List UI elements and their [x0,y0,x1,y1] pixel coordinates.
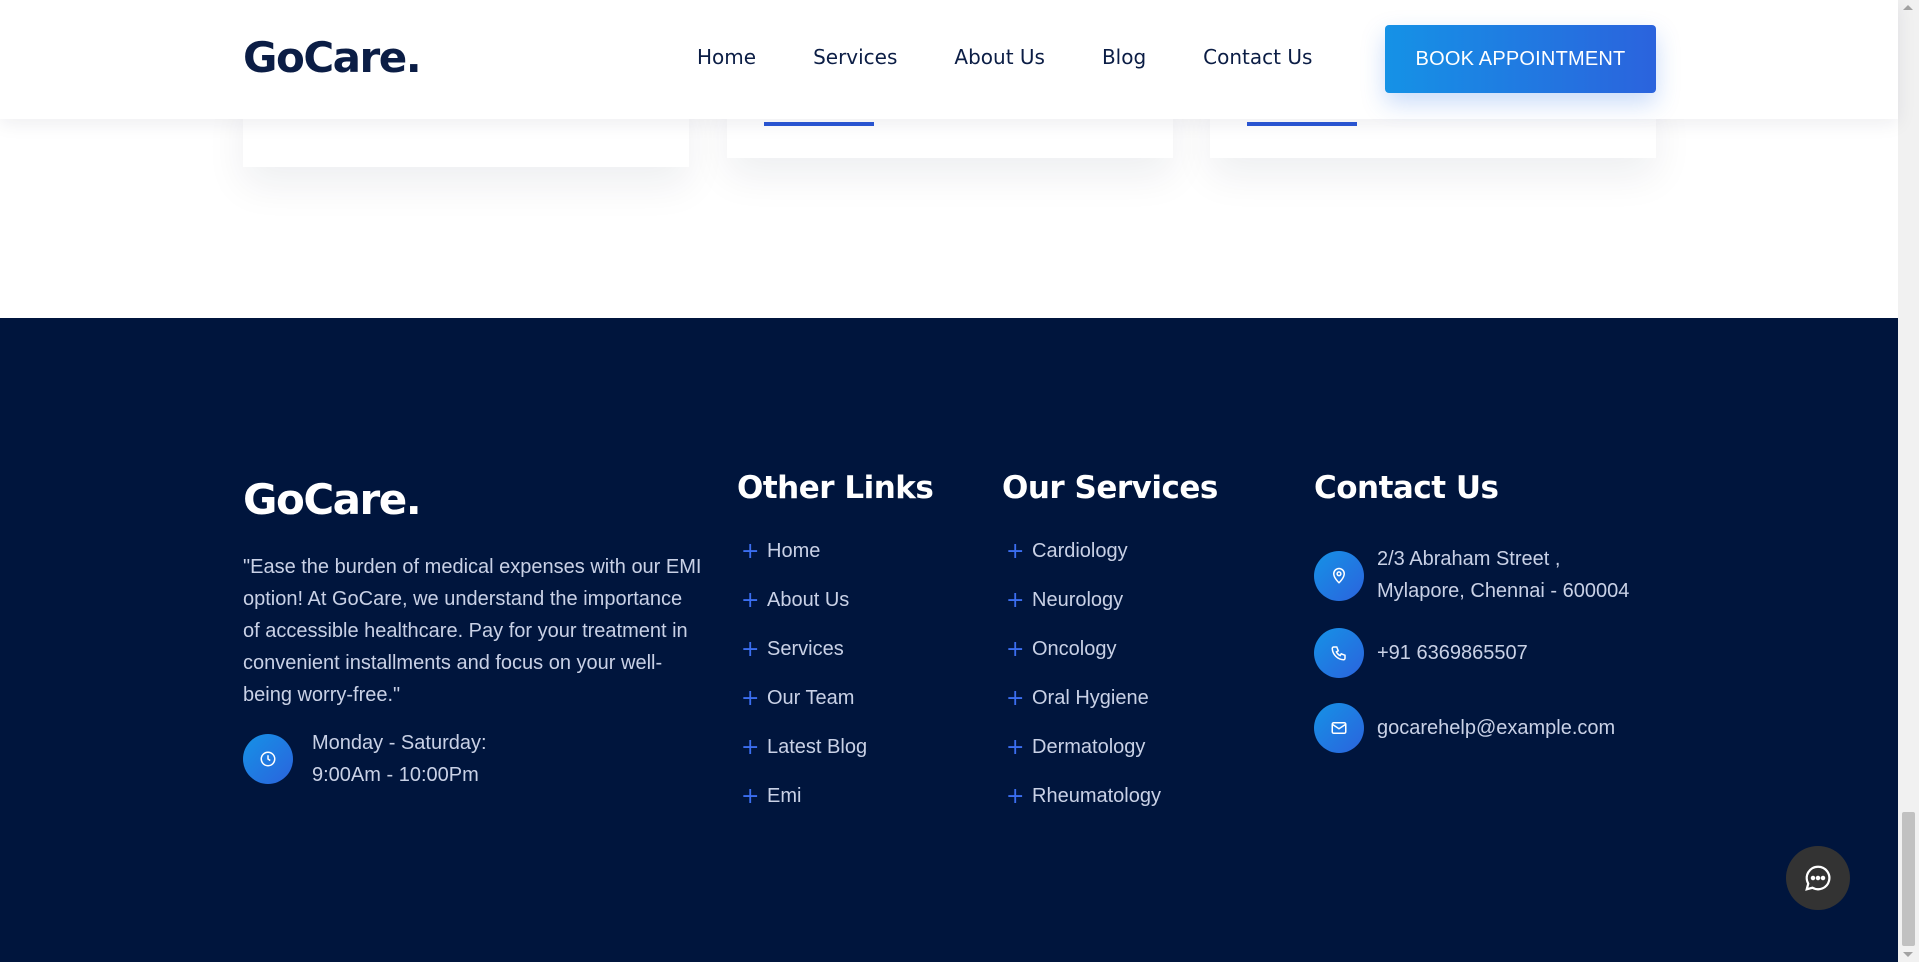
address-line-2: Mylapore, Chennai - 600004 [1377,580,1630,602]
service-link-neurology[interactable]: + Neurology [1002,576,1161,625]
opening-hours: Monday - Saturday: 9:00Am - 10:00Pm [243,732,487,791]
phone-icon [1314,628,1364,678]
service-link-rheumatology[interactable]: + Rheumatology [1002,772,1161,821]
footer-link-about-us[interactable]: + About Us [737,576,867,625]
service-link-oncology[interactable]: + Oncology [1002,625,1161,674]
nav-home[interactable]: Home [697,45,756,69]
contact-us-title: Contact Us [1314,470,1499,506]
site-logo[interactable]: GoCare. [243,33,422,82]
nav-blog[interactable]: Blog [1102,45,1146,69]
page-scrollbar[interactable] [1898,0,1919,962]
plus-icon: + [741,588,760,613]
other-links-list: + Home + About Us + Services + Our Team + Lat… [737,527,867,821]
site-footer: GoCare. "Ease the burden of medical expe… [0,318,1898,962]
footer-link-our-team[interactable]: + Our Team [737,674,867,723]
footer-logo[interactable]: GoCare. [243,475,422,524]
address-line-1: 2/3 Abraham Street , [1377,548,1561,570]
service-link-dermatology[interactable]: + Dermatology [1002,723,1161,772]
contact-email[interactable]: gocarehelp@example.com [1314,703,1615,753]
footer-about-text: "Ease the burden of medical expenses wit… [243,556,702,706]
plus-icon: + [741,637,760,662]
contact-phone[interactable]: +91 6369865507 [1314,628,1528,678]
services-list: + Cardiology + Neurology + Oncology + Oral H… [1002,527,1161,821]
scrollbar-thumb[interactable] [1902,812,1915,946]
footer-link-emi[interactable]: + Emi [737,772,867,821]
clock-icon [243,734,293,784]
hours-days: Monday - Saturday: [312,732,487,754]
plus-icon: + [1006,686,1025,711]
plus-icon: + [1006,784,1025,809]
plus-icon: + [1006,637,1025,662]
hours-time: 9:00Am - 10:00Pm [312,764,479,786]
email-address[interactable]: gocarehelp@example.com [1377,712,1615,744]
footer-link-latest-blog[interactable]: + Latest Blog [737,723,867,772]
nav-about-us[interactable]: About Us [954,45,1045,69]
nav-services[interactable]: Services [813,45,897,69]
plus-icon: + [741,686,760,711]
service-link-oral-hygiene[interactable]: + Oral Hygiene [1002,674,1161,723]
phone-number[interactable]: +91 6369865507 [1377,637,1528,669]
scroll-down-arrow-icon[interactable] [1903,952,1913,957]
mail-icon [1314,703,1364,753]
card-accent-bar [1247,122,1357,126]
other-links-title: Other Links [737,470,934,506]
map-pin-icon [1314,551,1364,601]
chat-button[interactable] [1786,846,1850,910]
plus-icon: + [741,539,760,564]
book-appointment-button[interactable]: BOOK APPOINTMENT [1385,25,1656,93]
plus-icon: + [1006,588,1025,613]
our-services-title: Our Services [1002,470,1218,506]
contact-address: 2/3 Abraham Street , Mylapore, Chennai -… [1314,545,1629,607]
plus-icon: + [741,784,760,809]
plus-icon: + [1006,735,1025,760]
footer-link-services[interactable]: + Services [737,625,867,674]
plus-icon: + [741,735,760,760]
service-link-cardiology[interactable]: + Cardiology [1002,527,1161,576]
card-accent-bar [764,122,874,126]
chat-bubble-icon [1805,865,1831,891]
plus-icon: + [1006,539,1025,564]
nav-contact-us[interactable]: Contact Us [1203,45,1312,69]
scroll-up-arrow-icon[interactable] [1903,5,1913,10]
footer-link-home[interactable]: + Home [737,527,867,576]
site-header: GoCare. Home Services About Us Blog Cont… [0,0,1898,119]
main-nav: Home Services About Us Blog Contact Us [697,45,1312,69]
